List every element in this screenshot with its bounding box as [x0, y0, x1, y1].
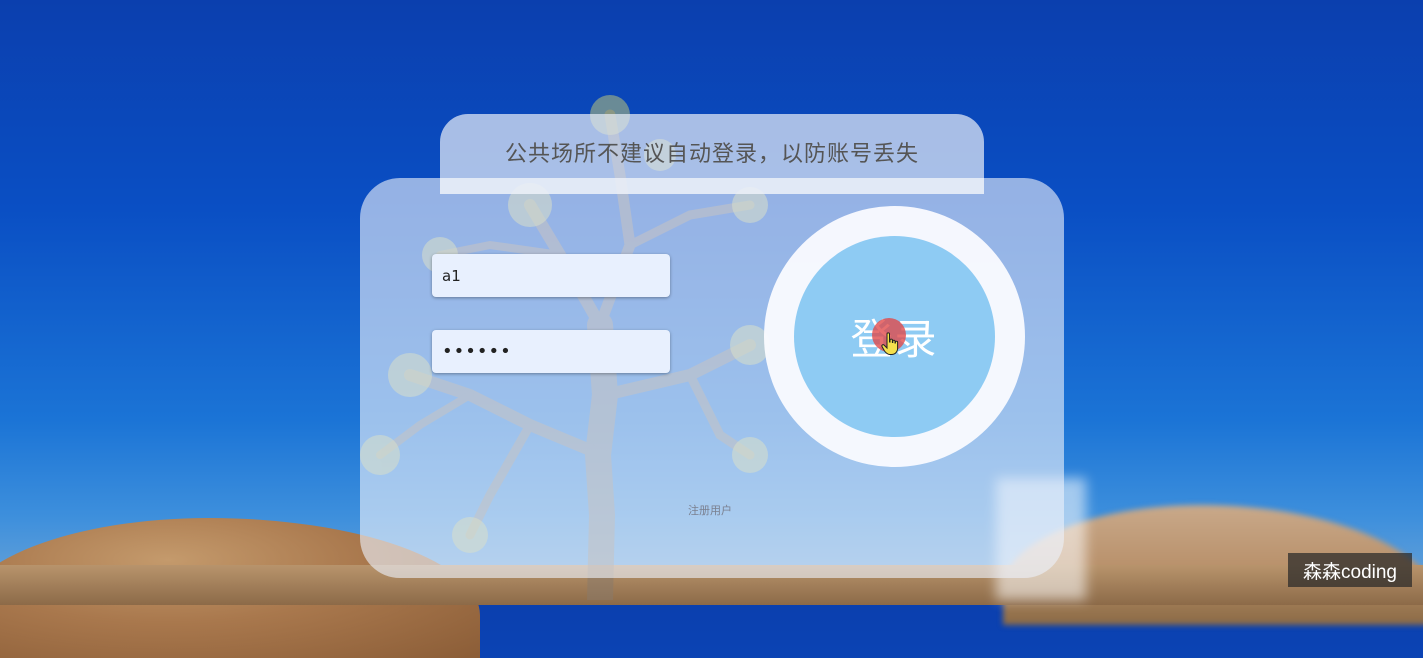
watermark-text: 森森coding: [1303, 561, 1397, 583]
watermark-badge: 森森coding: [1288, 553, 1412, 587]
notice-card-join: [440, 178, 984, 194]
register-link[interactable]: 注册用户: [688, 502, 732, 518]
password-input[interactable]: [432, 330, 670, 373]
username-input[interactable]: [432, 254, 670, 297]
notice-text: 公共场所不建议自动登录，以防账号丢失: [504, 142, 919, 167]
pointer-hand-icon: [881, 332, 899, 355]
